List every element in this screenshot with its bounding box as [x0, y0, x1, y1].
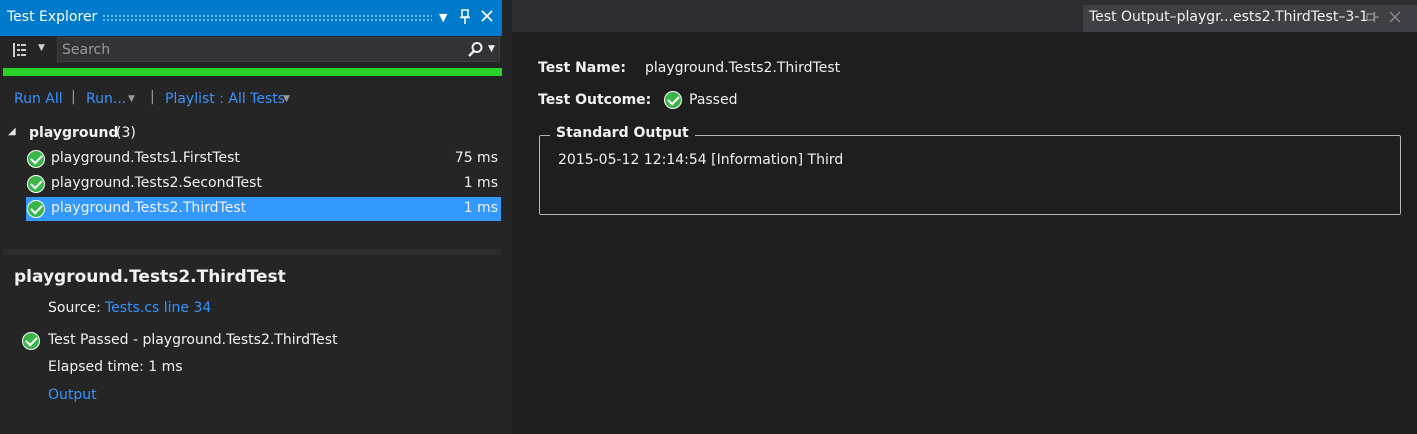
- toolbar-separator: |: [150, 89, 155, 105]
- collapse-group-icon[interactable]: ◢: [8, 126, 16, 137]
- source-link[interactable]: Tests.cs line 34: [105, 300, 211, 316]
- search-options-dropdown-icon[interactable]: ▼: [488, 44, 495, 54]
- close-tab-icon[interactable]: [1389, 11, 1401, 27]
- passed-icon: [664, 91, 682, 109]
- test-result-text: Test Passed - playground.Tests2.ThirdTes…: [48, 332, 338, 348]
- details-title: playground.Tests2.ThirdTest: [14, 267, 286, 287]
- test-outcome-label: Test Outcome:: [538, 92, 652, 108]
- test-duration: 75 ms: [454, 150, 498, 166]
- panel-title: Test Explorer: [7, 9, 98, 25]
- run-all-link[interactable]: Run All: [14, 91, 63, 107]
- close-icon[interactable]: [480, 9, 494, 28]
- test-duration: 1 ms: [463, 175, 498, 191]
- test-name: playground.Tests2.SecondTest: [51, 175, 262, 191]
- search-box[interactable]: ▼: [57, 37, 500, 62]
- elapsed-time: Elapsed time: 1 ms: [48, 359, 183, 375]
- document-tab-title: Test Output–playgr...ests2.ThirdTest–3-1: [1089, 9, 1369, 25]
- test-name: playground.Tests1.FirstTest: [51, 150, 240, 166]
- test-name-value: playground.Tests2.ThirdTest: [645, 60, 841, 76]
- test-explorer-titlebar[interactable]: Test Explorer ▼: [0, 0, 502, 36]
- standard-output-box: [539, 135, 1401, 215]
- test-row[interactable]: playground.Tests1.FirstTest 75 ms: [26, 147, 501, 171]
- test-duration: 1 ms: [463, 200, 498, 216]
- group-by-dropdown-icon[interactable]: ▼: [38, 43, 45, 53]
- test-outcome-value: Passed: [689, 92, 738, 108]
- test-name-label: Test Name:: [538, 60, 626, 76]
- test-name: playground.Tests2.ThirdTest: [51, 200, 247, 216]
- group-by-icon[interactable]: [11, 41, 29, 63]
- pane-splitter[interactable]: [3, 249, 501, 255]
- standard-output-label: Standard Output: [550, 125, 695, 141]
- playlist-dropdown-icon[interactable]: ▼: [283, 94, 290, 104]
- drag-grip[interactable]: [102, 14, 432, 22]
- toolbar-separator: |: [71, 89, 76, 105]
- output-link[interactable]: Output: [48, 387, 97, 403]
- playlist-selector[interactable]: Playlist : All Tests: [165, 91, 285, 107]
- standard-output-text[interactable]: 2015-05-12 12:14:54 [Information] Third: [558, 152, 843, 168]
- passed-icon: [27, 175, 45, 193]
- test-group-count: (3): [116, 125, 136, 141]
- document-tab[interactable]: Test Output–playgr...ests2.ThirdTest–3-1: [1083, 5, 1417, 32]
- pin-icon[interactable]: [459, 9, 471, 30]
- passed-icon: [27, 200, 45, 218]
- window-position-dropdown-icon[interactable]: ▼: [439, 9, 447, 27]
- test-group-name[interactable]: playground: [29, 125, 118, 141]
- test-progress-bar: [3, 68, 502, 76]
- search-input[interactable]: [62, 40, 442, 59]
- search-icon[interactable]: [467, 41, 484, 62]
- source-label: Source:: [48, 300, 101, 316]
- passed-icon: [27, 150, 45, 168]
- passed-icon: [22, 332, 40, 350]
- run-menu-link[interactable]: Run...: [86, 91, 126, 107]
- test-row-selected[interactable]: playground.Tests2.ThirdTest 1 ms: [26, 197, 501, 221]
- test-row[interactable]: playground.Tests2.SecondTest 1 ms: [26, 172, 501, 196]
- run-dropdown-icon[interactable]: ▼: [128, 94, 135, 104]
- pin-icon[interactable]: [1366, 11, 1380, 27]
